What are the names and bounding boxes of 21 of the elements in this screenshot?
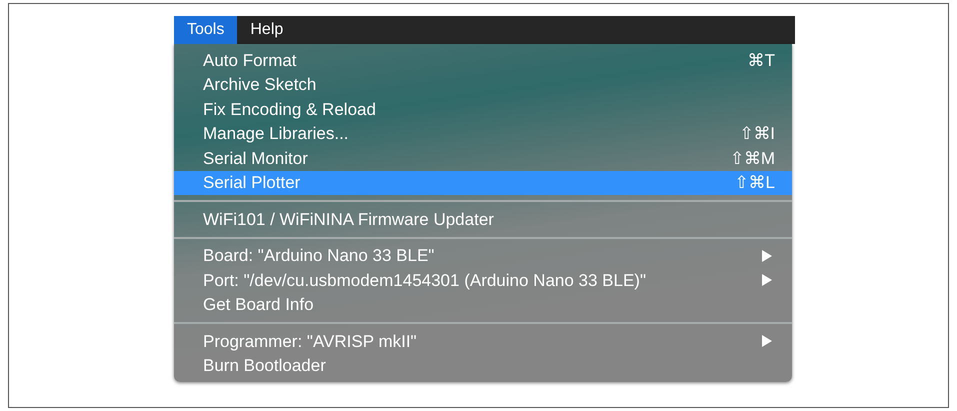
menu-item[interactable]: Manage Libraries... ⇧⌘I [174, 122, 792, 146]
menu-item[interactable]: Auto Format ⌘T [174, 48, 792, 72]
submenu-arrow-icon [762, 274, 772, 286]
menu-item[interactable]: Get Board Info [174, 292, 792, 317]
menu-bar-item[interactable]: Tools [174, 16, 238, 44]
menu-item[interactable]: Port: "/dev/cu.usbmodem1454301 (Arduino Nano 33 BLE)" [174, 268, 792, 292]
menu-item[interactable]: Archive Sketch [174, 72, 792, 97]
submenu-arrow-icon [762, 250, 772, 262]
menu-item[interactable]: Fix Encoding & Reload [174, 97, 792, 122]
shortcut-label: ⌘T [748, 50, 775, 72]
menu-item[interactable]: Serial Monitor ⇧⌘M [174, 146, 792, 170]
menu-item[interactable]: Serial Plotter ⇧⌘L [174, 170, 792, 195]
shortcut-label: ⇧⌘M [730, 148, 775, 170]
menu-item[interactable]: Programmer: "AVRISP mkII" [174, 329, 792, 354]
menu-item[interactable]: WiFi101 / WiFiNINA Firmware Updater [174, 207, 792, 232]
menu-item[interactable]: Board: "Arduino Nano 33 BLE" [174, 244, 792, 268]
menu-bar-item[interactable]: Help [237, 16, 296, 44]
submenu-arrow-icon [762, 335, 772, 348]
shortcut-label: ⇧⌘I [739, 123, 775, 145]
shortcut-label: ⇧⌘L [734, 172, 775, 194]
menu-item[interactable]: Burn Bootloader [174, 354, 792, 378]
